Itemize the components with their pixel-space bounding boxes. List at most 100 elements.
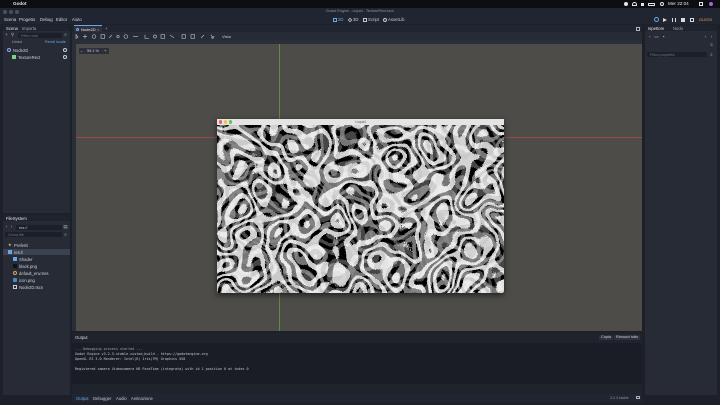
menu-debug[interactable]: Debug (40, 17, 53, 22)
add-node-icon[interactable]: + (4, 32, 9, 37)
tab-inspector[interactable]: Ispettore (648, 26, 664, 31)
snap-icon[interactable] (144, 34, 149, 39)
object-history-icon[interactable]: ≡ (709, 42, 714, 47)
control-center-icon[interactable] (699, 2, 703, 6)
node2d-icon (7, 48, 11, 52)
add-tab-icon[interactable]: + (105, 26, 108, 31)
play-icon[interactable] (663, 17, 667, 22)
minimize-window-button[interactable] (9, 9, 13, 14)
lock-icon[interactable] (181, 33, 186, 39)
distraction-free-icon[interactable] (636, 26, 640, 31)
pan-icon[interactable] (123, 33, 128, 39)
game-zoom-button[interactable] (229, 120, 233, 124)
zoom-in-icon[interactable]: + (104, 48, 106, 53)
app-menu[interactable]: Godot (13, 1, 27, 6)
game-minimize-button[interactable] (224, 120, 228, 124)
search-icon[interactable]: ⌕ (709, 52, 714, 57)
visibility-icon[interactable] (63, 55, 67, 59)
tab-audio[interactable]: Audio (116, 396, 127, 401)
workspace-assetlib[interactable]: AssetLib (388, 17, 404, 22)
make-local-button[interactable]: Rendi locale (45, 40, 66, 44)
list-item-file[interactable]: default_env.tres (3, 270, 70, 276)
forward-icon[interactable]: › (9, 224, 14, 229)
history-back-icon[interactable]: ‹ (703, 34, 708, 39)
menu-scene[interactable]: Scena (4, 17, 16, 22)
tree-item-texturerect[interactable]: TextureRect (3, 54, 70, 60)
property-filter-input[interactable]: Filtra proprietà (647, 52, 707, 57)
workspace-2d[interactable]: 2D (338, 17, 344, 22)
load-resource-icon[interactable]: ▭ (654, 34, 659, 39)
node-filter-input[interactable]: Filtra nodi (18, 32, 62, 38)
macos-menu-bar: Godot Mer 22:04 (0, 0, 720, 8)
workspace-3d[interactable]: 3D (353, 17, 359, 22)
tab-output[interactable]: Output (76, 396, 89, 401)
file-search-input[interactable]: Cerca file (5, 232, 62, 237)
siri-icon[interactable] (709, 2, 713, 6)
view-menu[interactable]: Vista (222, 34, 231, 39)
zoom-level[interactable]: 59.1 % (87, 49, 99, 53)
history-forward-icon[interactable]: › (709, 34, 714, 39)
output-log[interactable]: --- Debugging process started --- Godot … (72, 343, 642, 384)
grid-snap-icon[interactable] (160, 33, 165, 39)
expand-panel-icon[interactable] (636, 395, 640, 400)
volume-icon[interactable] (641, 2, 644, 6)
merge-button[interactable]: Unisci (12, 40, 22, 44)
workspace-script[interactable]: Script (368, 17, 379, 22)
list-item-file[interactable]: icon.png (3, 277, 70, 283)
smart-snap-icon[interactable] (153, 34, 157, 38)
more-options-icon[interactable] (169, 34, 175, 38)
zoom-out-icon[interactable]: − (81, 49, 83, 54)
bone-icon[interactable] (200, 34, 205, 38)
scale-tool-icon[interactable] (100, 33, 105, 39)
renderer-select[interactable]: GLES3 (699, 17, 712, 22)
menu-editor[interactable]: Editor (56, 17, 67, 22)
image-file-icon (13, 264, 17, 268)
clear-all-button[interactable]: Rimuovi tutto (614, 334, 641, 341)
tab-import[interactable]: Importa (22, 26, 36, 31)
rotate-tool-icon[interactable] (91, 33, 97, 39)
path-field[interactable]: res:// (16, 224, 62, 230)
close-window-button[interactable] (3, 9, 7, 14)
search-icon[interactable]: ⌕ (63, 32, 68, 37)
new-resource-icon[interactable]: ▫ (647, 34, 652, 39)
list-item-file[interactable]: black.png (3, 263, 70, 269)
scene-dock-tabs: Scena Importa (3, 25, 70, 31)
battery-icon[interactable] (648, 2, 655, 6)
menu-project[interactable]: Progetto (19, 17, 35, 22)
list-select-icon[interactable] (108, 34, 113, 38)
pause-icon[interactable] (672, 17, 676, 22)
list-item-favorites[interactable]: ★ Preferiti (3, 242, 70, 248)
stop-icon[interactable] (681, 17, 685, 22)
copy-button[interactable]: Copia (599, 334, 613, 341)
link-icon[interactable]: ⚲ (10, 32, 15, 37)
play-scene-icon[interactable] (690, 17, 694, 22)
star-icon: ★ (8, 242, 12, 247)
star-icon[interactable] (210, 34, 215, 39)
status-icon[interactable] (624, 2, 628, 6)
select-tool-icon[interactable] (75, 33, 79, 39)
wifi-icon[interactable] (632, 2, 637, 6)
pivot-icon[interactable] (116, 34, 120, 38)
list-item-file[interactable]: Node2D.tscn (3, 284, 70, 290)
save-resource-icon[interactable]: ▪ (661, 34, 666, 39)
search-icon[interactable] (660, 2, 664, 6)
group-icon[interactable] (190, 33, 195, 39)
menu-help[interactable]: Aiuto (72, 17, 82, 22)
zoom-window-button[interactable] (15, 9, 19, 14)
visibility-icon[interactable] (63, 48, 67, 52)
game-window[interactable]: Liquid (217, 119, 504, 293)
tab-animation[interactable]: Animazione (131, 396, 153, 401)
remote-debug-icon[interactable] (654, 17, 659, 22)
tab-node2d[interactable]: Node2D × (74, 25, 102, 32)
tab-scene[interactable]: Scena (6, 26, 18, 31)
clock[interactable]: Mer 22:04 (668, 1, 689, 6)
game-close-button[interactable] (219, 120, 223, 124)
tab-node[interactable]: Nodo (673, 26, 683, 31)
tree-item-node2d[interactable]: Node2D (3, 47, 70, 53)
move-tool-icon[interactable] (83, 34, 87, 38)
list-item-shader-folder[interactable]: Shader (3, 256, 70, 262)
split-view-icon[interactable]: ▤ (63, 224, 68, 229)
search-icon[interactable]: ⌕ (63, 232, 68, 237)
tab-debugger[interactable]: Debugger (93, 396, 111, 401)
list-item-root-folder[interactable]: res:// (3, 249, 70, 255)
